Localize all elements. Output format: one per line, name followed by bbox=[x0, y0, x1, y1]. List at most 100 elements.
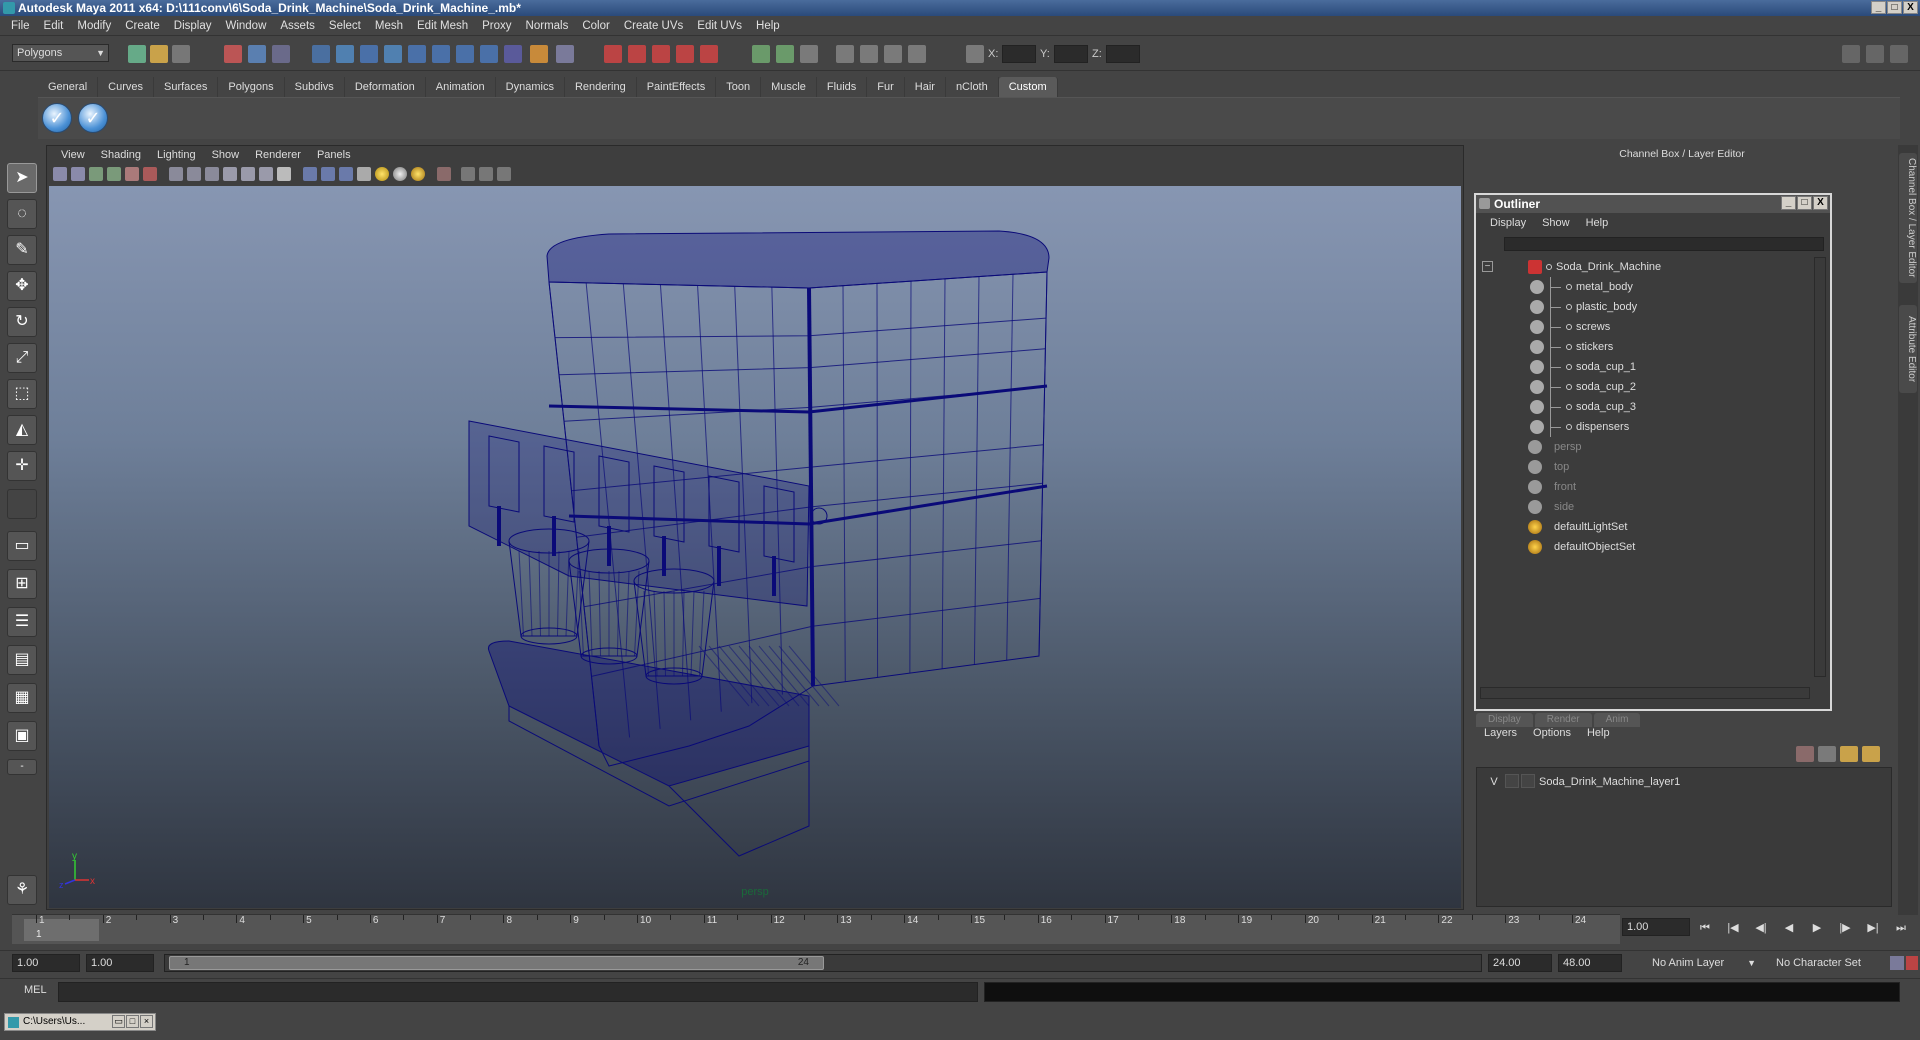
outliner-menu-display[interactable]: Display bbox=[1482, 213, 1534, 233]
layer-menu-options[interactable]: Options bbox=[1525, 724, 1579, 742]
menu-edit-uvs[interactable]: Edit UVs bbox=[690, 16, 749, 36]
outliner-maximize-button[interactable]: □ bbox=[1797, 196, 1812, 210]
play-backwards-icon[interactable]: ◀ bbox=[1780, 919, 1798, 937]
move-layer-up-icon[interactable] bbox=[1796, 746, 1814, 762]
layer-row[interactable]: V Soda_Drink_Machine_layer1 bbox=[1477, 772, 1891, 792]
outliner-item[interactable]: defaultObjectSet bbox=[1480, 537, 1810, 557]
open-scene-icon[interactable] bbox=[150, 45, 168, 63]
absolute-transform-icon[interactable] bbox=[966, 45, 984, 63]
tab-subdivs[interactable]: Subdivs bbox=[285, 77, 345, 97]
menu-create-uvs[interactable]: Create UVs bbox=[617, 16, 690, 36]
graph-layout-icon[interactable]: ▤ bbox=[7, 645, 37, 675]
tab-ncloth[interactable]: nCloth bbox=[946, 77, 999, 97]
scale-tool-icon[interactable]: ⤢ bbox=[7, 343, 37, 373]
paint-effects-icon[interactable]: ⚘ bbox=[7, 875, 37, 905]
layer-visibility-toggle[interactable]: V bbox=[1485, 772, 1503, 790]
smooth-shade-icon[interactable] bbox=[187, 167, 201, 181]
viewport-menu-view[interactable]: View bbox=[53, 146, 93, 164]
outliner-vertical-scrollbar[interactable] bbox=[1814, 257, 1826, 677]
playback-end-field[interactable]: 24.00 bbox=[1488, 954, 1552, 972]
viewport-menu-show[interactable]: Show bbox=[204, 146, 248, 164]
history-icon[interactable] bbox=[432, 45, 450, 63]
outliner-item[interactable]: screws bbox=[1480, 317, 1810, 337]
wireframe-icon[interactable] bbox=[169, 167, 183, 181]
mel-label[interactable]: MEL bbox=[24, 984, 47, 996]
viewport-menu-panels[interactable]: Panels bbox=[309, 146, 359, 164]
character-set-selector[interactable]: No Character Set bbox=[1766, 954, 1886, 972]
camera-lock-icon[interactable] bbox=[71, 167, 85, 181]
viewport-menu-renderer[interactable]: Renderer bbox=[247, 146, 309, 164]
xray-joints-icon[interactable] bbox=[339, 167, 353, 181]
layer-playback-toggle[interactable] bbox=[1505, 774, 1519, 788]
menu-file[interactable]: File bbox=[4, 16, 37, 36]
new-layer-icon[interactable] bbox=[1840, 746, 1858, 762]
time-slider[interactable]: 1 1 2 3 4 5 6 7 8 9 10 11 12 13 14 15 16 17 18 19 20 21 22 23 2… bbox=[12, 914, 1620, 944]
outliner-item[interactable]: top bbox=[1480, 457, 1810, 477]
new-layer-selected-icon[interactable] bbox=[1862, 746, 1880, 762]
show-hide-attribute-editor-icon[interactable] bbox=[1866, 45, 1884, 63]
tab-dynamics[interactable]: Dynamics bbox=[496, 77, 565, 97]
close-icon[interactable]: × bbox=[140, 1015, 153, 1028]
flat-shade-icon[interactable] bbox=[205, 167, 219, 181]
render-settings-icon[interactable] bbox=[652, 45, 670, 63]
outliner-item[interactable]: stickers bbox=[1480, 337, 1810, 357]
tab-toon[interactable]: Toon bbox=[716, 77, 762, 97]
film-gate-icon[interactable] bbox=[143, 167, 157, 181]
selected-lights-icon[interactable] bbox=[411, 167, 425, 181]
lock-icon[interactable] bbox=[530, 45, 548, 63]
save-scene-icon[interactable] bbox=[172, 45, 190, 63]
tab-custom[interactable]: Custom bbox=[998, 77, 1058, 97]
tab-surfaces[interactable]: Surfaces bbox=[154, 77, 219, 97]
step-back-frame-icon[interactable]: ◀| bbox=[1752, 919, 1770, 937]
animation-start-field[interactable]: 1.00 bbox=[12, 954, 80, 972]
show-hide-channel-box-icon[interactable] bbox=[1842, 45, 1860, 63]
menu-set-selector[interactable]: Polygons ▼ bbox=[12, 44, 109, 62]
menu-create[interactable]: Create bbox=[118, 16, 167, 36]
tab-painteffects[interactable]: PaintEffects bbox=[637, 77, 717, 97]
snap-grid-icon[interactable] bbox=[312, 45, 330, 63]
hypershade-icon[interactable] bbox=[676, 45, 694, 63]
outliner-item[interactable]: soda_cup_1 bbox=[1480, 357, 1810, 377]
xray-mode-icon[interactable] bbox=[321, 167, 335, 181]
viewport-menu-shading[interactable]: Shading bbox=[93, 146, 149, 164]
rotate-tool-icon[interactable]: ↻ bbox=[7, 307, 37, 337]
snap-curve-icon[interactable] bbox=[336, 45, 354, 63]
outliner-menu-help[interactable]: Help bbox=[1578, 213, 1617, 233]
step-forward-key-icon[interactable]: ▶| bbox=[1864, 919, 1882, 937]
outliner-item[interactable]: persp bbox=[1480, 437, 1810, 457]
minimize-button[interactable]: _ bbox=[1871, 1, 1886, 14]
isolate-select-icon[interactable] bbox=[303, 167, 317, 181]
outliner-horizontal-scrollbar[interactable] bbox=[1480, 687, 1810, 699]
image-plane-icon[interactable] bbox=[107, 167, 121, 181]
outliner-minimize-button[interactable]: _ bbox=[1781, 196, 1796, 210]
close-button[interactable]: X bbox=[1903, 1, 1918, 14]
animation-end-field[interactable]: 48.00 bbox=[1558, 954, 1622, 972]
outliner-item[interactable]: plastic_body bbox=[1480, 297, 1810, 317]
render-current-icon[interactable] bbox=[604, 45, 622, 63]
outliner-item[interactable]: dispensers bbox=[1480, 417, 1810, 437]
show-hide-tool-settings-icon[interactable] bbox=[1890, 45, 1908, 63]
outliner-item[interactable]: side bbox=[1480, 497, 1810, 517]
menu-proxy[interactable]: Proxy bbox=[475, 16, 518, 36]
tab-channel-box-layer-editor[interactable]: Channel Box / Layer Editor bbox=[1899, 153, 1917, 283]
move-tool-icon[interactable]: ✥ bbox=[7, 271, 37, 301]
select-hierarchy-icon[interactable] bbox=[224, 45, 242, 63]
anim-layer-selector[interactable]: No Anim Layer ▼ bbox=[1630, 954, 1760, 972]
tab-fur[interactable]: Fur bbox=[867, 77, 905, 97]
outliner-item[interactable]: soda_cup_2 bbox=[1480, 377, 1810, 397]
outliner-menu-show[interactable]: Show bbox=[1534, 213, 1578, 233]
four-view-layout-icon[interactable]: ⊞ bbox=[7, 569, 37, 599]
outliner-item[interactable]: defaultLightSet bbox=[1480, 517, 1810, 537]
play-forwards-icon[interactable]: ▶ bbox=[1808, 919, 1826, 937]
expand-collapse-icon[interactable]: − bbox=[1482, 261, 1493, 272]
layer-menu-help[interactable]: Help bbox=[1579, 724, 1618, 742]
camera-icon[interactable] bbox=[836, 45, 854, 63]
shadows-icon[interactable] bbox=[277, 167, 291, 181]
hypershade-layout-icon[interactable]: ▦ bbox=[7, 683, 37, 713]
new-scene-icon[interactable] bbox=[128, 45, 146, 63]
outliner-item[interactable]: front bbox=[1480, 477, 1810, 497]
viewport-3d[interactable]: y x z persp bbox=[49, 186, 1461, 908]
layer-menu-layers[interactable]: Layers bbox=[1476, 724, 1525, 742]
tab-animation[interactable]: Animation bbox=[426, 77, 496, 97]
paint-select-tool-icon[interactable]: ✎ bbox=[7, 235, 37, 265]
